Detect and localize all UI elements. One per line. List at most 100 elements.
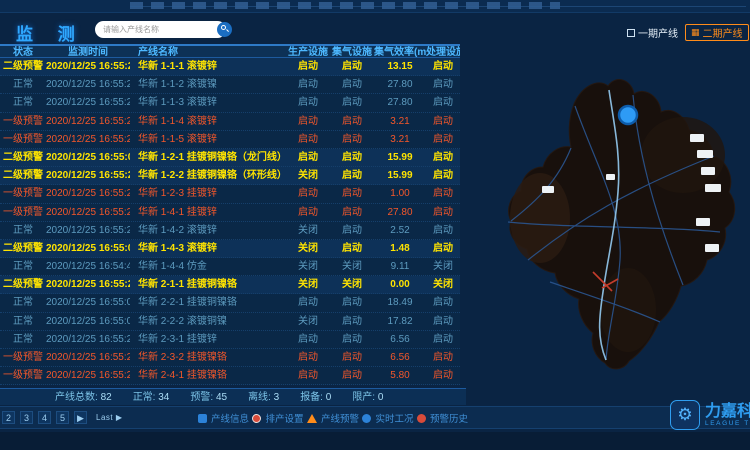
table-row[interactable]: 一级预警2020/12/25 16:55:24华新 2-4-1 挂镀镍铬启动启动… bbox=[0, 367, 460, 385]
cell-treat: 启动 bbox=[426, 76, 460, 93]
cell-line: 华新 2-3-2 挂镀镍铬 bbox=[130, 349, 286, 366]
cell-line: 华新 1-4-4 仿金 bbox=[130, 258, 286, 275]
cell-line: 华新 1-2-2 挂镀铜镍铬（环形线） bbox=[130, 167, 286, 184]
next-page-button[interactable]: ▶ bbox=[74, 411, 87, 424]
table-row[interactable]: 一级预警2020/12/25 16:55:24华新 1-4-1 挂镀锌启动启动2… bbox=[0, 204, 460, 222]
cell-gas: 启动 bbox=[330, 367, 374, 384]
monitor-table: 状态监测时间产线名称生产设施集气设施集气效率(m³/s)处理设施 二级预警202… bbox=[0, 44, 460, 385]
phase1-checkbox[interactable]: 一期产线 bbox=[627, 25, 678, 40]
table-row[interactable]: 二级预警2020/12/25 16:55:24华新 2-1-1 挂镀铜镍铬关闭关… bbox=[0, 276, 460, 294]
summary-value: 45 bbox=[216, 392, 227, 403]
cell-gas: 关闭 bbox=[330, 276, 374, 293]
history-icon bbox=[417, 414, 426, 423]
cell-time: 2020/12/25 16:55:24 bbox=[46, 113, 130, 130]
cell-treat: 启动 bbox=[426, 331, 460, 348]
cell-time: 2020/12/25 16:55:24 bbox=[46, 222, 130, 239]
phase2-button[interactable]: ▦ 二期产线 bbox=[685, 24, 749, 41]
cell-status: 二级预警 bbox=[0, 149, 46, 166]
cell-line: 华新 1-1-4 滚镀锌 bbox=[130, 113, 286, 130]
summary-label: 产线总数: bbox=[55, 392, 101, 403]
top-deco-line bbox=[130, 6, 746, 7]
cell-eff: 18.49 bbox=[374, 294, 426, 311]
gauge-icon bbox=[362, 414, 371, 423]
map-marker[interactable] bbox=[619, 106, 637, 124]
legend-item-gauge[interactable]: 实时工况 bbox=[362, 411, 413, 425]
cell-status: 正常 bbox=[0, 222, 46, 239]
cell-line: 华新 2-4-1 挂镀镍铬 bbox=[130, 367, 286, 384]
table-row[interactable]: 正常2020/12/25 16:55:24华新 1-1-3 滚镀锌启动启动27.… bbox=[0, 94, 460, 112]
legend-item-history[interactable]: 预警历史 bbox=[417, 411, 468, 425]
table-row[interactable]: 二级预警2020/12/25 16:55:04华新 1-2-1 挂镀铜镍铬（龙门… bbox=[0, 149, 460, 167]
table-row[interactable]: 一级预警2020/12/25 16:55:24华新 1-1-4 滚镀锌启动启动3… bbox=[0, 113, 460, 131]
summary-bar: 产线总数: 82正常: 34预警: 45离线: 3报备: 0限产: 0 bbox=[0, 388, 466, 405]
summary-item: 限产: 0 bbox=[352, 389, 383, 405]
map-subregion-west bbox=[510, 173, 570, 263]
column-header: 集气效率(m³/s) bbox=[374, 46, 426, 57]
cell-eff: 17.82 bbox=[374, 313, 426, 330]
cell-treat: 启动 bbox=[426, 58, 460, 75]
cell-eff: 3.21 bbox=[374, 113, 426, 130]
page-button[interactable]: 4 bbox=[38, 411, 51, 424]
page-button[interactable]: 2 bbox=[2, 411, 15, 424]
table-row[interactable]: 正常2020/12/25 16:55:24华新 2-3-1 挂镀锌启动启动6.5… bbox=[0, 331, 460, 349]
cell-prod: 启动 bbox=[286, 185, 330, 202]
cell-status: 正常 bbox=[0, 313, 46, 330]
table-row[interactable]: 正常2020/12/25 16:55:04华新 2-2-2 滚镀铜镍关闭启动17… bbox=[0, 313, 460, 331]
cell-eff: 1.00 bbox=[374, 185, 426, 202]
summary-item: 预警: 45 bbox=[190, 389, 227, 405]
table-row[interactable]: 二级预警2020/12/25 16:55:24华新 1-1-1 滚镀锌启动启动1… bbox=[0, 58, 460, 76]
cell-status: 一级预警 bbox=[0, 113, 46, 130]
legend-label: 实时工况 bbox=[375, 411, 413, 425]
summary-label: 离线: bbox=[248, 392, 274, 403]
cell-status: 一级预警 bbox=[0, 131, 46, 148]
legend-item-warning[interactable]: 产线预警 bbox=[307, 411, 359, 425]
legend-item-settings[interactable]: 排产设置 bbox=[252, 411, 303, 425]
logo-name-cn: 力嘉科技 bbox=[705, 404, 750, 420]
cell-time: 2020/12/25 16:55:24 bbox=[46, 331, 130, 348]
district-map[interactable] bbox=[478, 60, 750, 375]
table-row[interactable]: 正常2020/12/25 16:55:04华新 2-2-1 挂镀铜镍铬启动启动1… bbox=[0, 294, 460, 312]
cell-eff: 6.56 bbox=[374, 331, 426, 348]
cell-time: 2020/12/25 16:55:24 bbox=[46, 185, 130, 202]
pagination: 2345 ▶ Last ▶ bbox=[2, 411, 123, 424]
cell-treat: 启动 bbox=[426, 113, 460, 130]
column-header: 产线名称 bbox=[130, 46, 286, 57]
cell-gas: 启动 bbox=[330, 222, 374, 239]
cell-time: 2020/12/25 16:54:44 bbox=[46, 258, 130, 275]
cell-line: 华新 1-4-1 挂镀锌 bbox=[130, 204, 286, 221]
table-row[interactable]: 二级预警2020/12/25 16:55:24华新 1-2-2 挂镀铜镍铬（环形… bbox=[0, 167, 460, 185]
column-header: 处理设施 bbox=[426, 46, 460, 57]
legend-label: 排产设置 bbox=[265, 411, 303, 425]
search-input[interactable] bbox=[95, 23, 217, 36]
search-button[interactable] bbox=[217, 22, 232, 37]
cell-status: 二级预警 bbox=[0, 276, 46, 293]
cell-treat: 启动 bbox=[426, 222, 460, 239]
grid-icon: ▦ bbox=[691, 28, 700, 37]
cell-status: 正常 bbox=[0, 294, 46, 311]
cell-status: 正常 bbox=[0, 258, 46, 275]
cell-line: 华新 2-2-2 滚镀铜镍 bbox=[130, 313, 286, 330]
cell-status: 正常 bbox=[0, 331, 46, 348]
table-row[interactable]: 一级预警2020/12/25 16:55:24华新 1-1-5 滚镀锌启动启动3… bbox=[0, 131, 460, 149]
page-button[interactable]: 3 bbox=[20, 411, 33, 424]
table-header-row: 状态监测时间产线名称生产设施集气设施集气效率(m³/s)处理设施 bbox=[0, 44, 460, 58]
cell-time: 2020/12/25 16:55:24 bbox=[46, 76, 130, 93]
cell-prod: 启动 bbox=[286, 204, 330, 221]
table-row[interactable]: 一级预警2020/12/25 16:55:24华新 1-2-3 挂镀锌启动启动1… bbox=[0, 185, 460, 203]
summary-item: 离线: 3 bbox=[248, 389, 279, 405]
cell-prod: 关闭 bbox=[286, 258, 330, 275]
last-page-button[interactable]: Last ▶ bbox=[96, 413, 123, 422]
legend-item-info[interactable]: 产线信息 bbox=[198, 411, 249, 425]
table-row[interactable]: 二级预警2020/12/25 16:55:04华新 1-4-3 滚镀锌关闭启动1… bbox=[0, 240, 460, 258]
table-row[interactable]: 正常2020/12/25 16:55:24华新 1-1-2 滚镀镍启动启动27.… bbox=[0, 76, 460, 94]
table-row[interactable]: 正常2020/12/25 16:55:24华新 1-4-2 滚镀锌关闭启动2.5… bbox=[0, 222, 460, 240]
table-row[interactable]: 正常2020/12/25 16:54:44华新 1-4-4 仿金关闭关闭9.11… bbox=[0, 258, 460, 276]
table-row[interactable]: 一级预警2020/12/25 16:55:24华新 2-3-2 挂镀镍铬启动启动… bbox=[0, 349, 460, 367]
cell-eff: 15.99 bbox=[374, 149, 426, 166]
summary-value: 0 bbox=[378, 392, 384, 403]
cell-eff: 27.80 bbox=[374, 94, 426, 111]
cell-treat: 启动 bbox=[426, 204, 460, 221]
page-button[interactable]: 5 bbox=[56, 411, 69, 424]
cell-eff: 0.00 bbox=[374, 276, 426, 293]
cell-time: 2020/12/25 16:55:04 bbox=[46, 313, 130, 330]
